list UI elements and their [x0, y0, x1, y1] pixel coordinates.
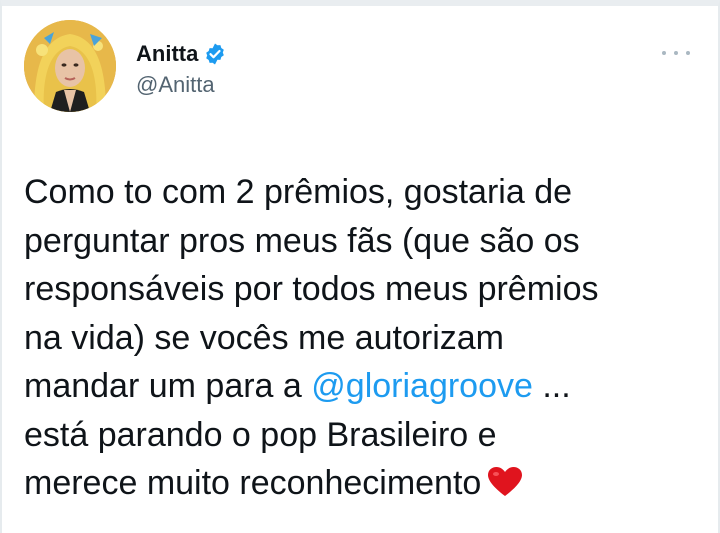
- tweet-card: Anitta @Anitta Como to com 2 prêmios, go…: [0, 0, 720, 533]
- avatar-photo-icon: [24, 20, 116, 112]
- author-display-name[interactable]: Anitta: [136, 40, 198, 68]
- verified-badge-icon: [206, 43, 225, 65]
- author-handle[interactable]: @Anitta: [136, 70, 227, 100]
- tweet-header: Anitta @Anitta: [24, 20, 700, 120]
- heart-icon: [488, 467, 523, 496]
- author-info: Anitta @Anitta: [136, 40, 227, 100]
- name-row: Anitta: [136, 40, 227, 68]
- more-dot: [662, 51, 666, 55]
- avatar[interactable]: [24, 20, 116, 112]
- tweet-text: Como to com 2 prêmios, gostaria de pergu…: [24, 168, 704, 508]
- mention-link[interactable]: @gloriagroove: [311, 367, 533, 405]
- more-dot: [674, 51, 678, 55]
- more-icon[interactable]: [662, 48, 690, 58]
- more-dot: [686, 51, 690, 55]
